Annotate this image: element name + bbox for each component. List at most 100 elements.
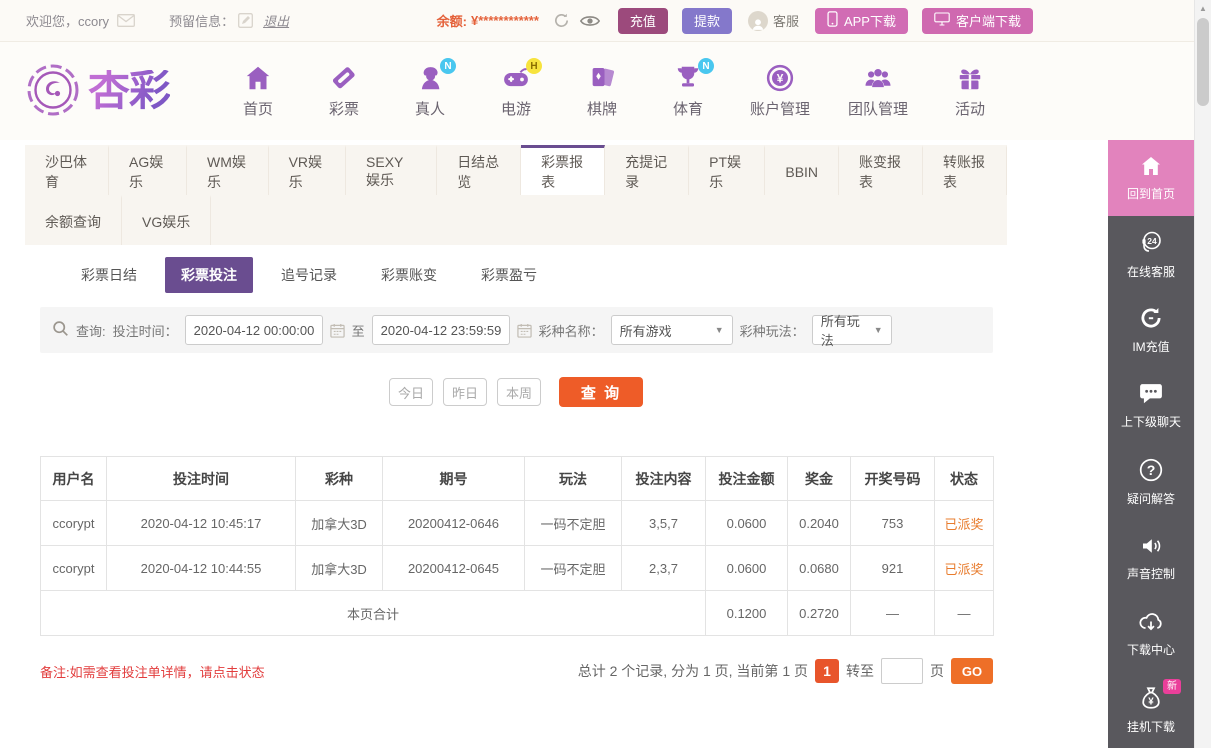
sidebar-item-home[interactable]: 回到首页	[1108, 140, 1194, 216]
subtab-lottery-account-change[interactable]: 彩票账变	[365, 257, 453, 293]
goto-page-input[interactable]	[881, 658, 923, 684]
nav-item-lottery[interactable]: 彩票	[320, 63, 368, 119]
col-bet-amount: 投注金额	[706, 457, 788, 501]
tab-vg[interactable]: VG娱乐	[122, 195, 211, 245]
cloud-download-icon	[1137, 610, 1165, 634]
tab-account-change-report[interactable]: 账变报表	[839, 145, 923, 195]
client-download-button[interactable]: 客户端下载	[922, 8, 1033, 34]
lottery-name-select[interactable]: 所有游戏 ▼	[611, 315, 733, 345]
balance-label: 余额:	[437, 11, 467, 30]
to-label: 至	[352, 321, 365, 340]
summary-status: —	[935, 591, 994, 636]
col-prize: 奖金	[788, 457, 851, 501]
sidebar-item-faq[interactable]: ? 疑问解答	[1108, 444, 1194, 520]
status-cell[interactable]: 已派奖	[935, 501, 994, 546]
tab-bbin[interactable]: BBIN	[765, 145, 839, 195]
sidebar-item-download-center[interactable]: 下载中心	[1108, 596, 1194, 672]
client-download-label: 客户端下载	[956, 11, 1021, 30]
col-issue: 期号	[383, 457, 525, 501]
withdraw-button[interactable]: 提款	[682, 8, 732, 34]
team-icon	[863, 63, 893, 93]
this-week-button[interactable]: 本周	[497, 378, 541, 406]
lottery-name-label: 彩种名称：	[539, 321, 604, 340]
sidebar-item-hangup-download[interactable]: 新 ¥ 挂机下载	[1108, 672, 1194, 748]
deposit-button[interactable]: 充值	[618, 8, 668, 34]
logo-text: 杏彩	[88, 70, 170, 112]
tab-sexy[interactable]: SEXY娱乐	[346, 145, 437, 195]
play-type-select[interactable]: 所有玩法 ▼	[812, 315, 892, 345]
table-cell: 753	[851, 501, 935, 546]
nav-item-team-management[interactable]: 团队管理	[848, 63, 908, 119]
scroll-up-icon[interactable]: ▲	[1195, 0, 1211, 16]
nav-label: 活动	[955, 98, 985, 119]
go-button[interactable]: GO	[951, 658, 993, 684]
date-from-input[interactable]	[185, 315, 323, 345]
sidebar-item-im-recharge[interactable]: IM充值	[1108, 292, 1194, 368]
subtab-chase-records[interactable]: 追号记录	[265, 257, 353, 293]
table-cell: 0.0600	[706, 546, 788, 591]
app-download-button[interactable]: APP下载	[815, 8, 908, 34]
balance-value: ¥************	[471, 13, 539, 28]
tab-transfer-report[interactable]: 转账报表	[923, 145, 1007, 195]
current-page-button[interactable]: 1	[815, 659, 839, 683]
pagination-summary: 总计 2 个记录, 分为 1 页, 当前第 1 页	[578, 661, 808, 681]
table-row: ccorypt 2020-04-12 10:45:17 加拿大3D 202004…	[41, 501, 994, 546]
tab-ag[interactable]: AG娱乐	[109, 145, 187, 195]
today-button[interactable]: 今日	[389, 378, 433, 406]
search-bar: 查询: 投注时间： 至 彩种名称： 所有游戏 ▼ 彩种玩法： 所有玩法 ▼	[40, 307, 993, 353]
nav-item-promotions[interactable]: 活动	[946, 63, 994, 119]
tab-wm[interactable]: WM娱乐	[187, 145, 269, 195]
subtab-lottery-bets[interactable]: 彩票投注	[165, 257, 253, 293]
table-cell: 0.0600	[706, 501, 788, 546]
table-cell: ccorypt	[41, 546, 107, 591]
nav-item-home[interactable]: 首页	[234, 63, 282, 119]
tab-vr[interactable]: VR娱乐	[269, 145, 346, 195]
logout-link[interactable]: 退出	[263, 11, 289, 30]
sidebar-item-online-service[interactable]: 24 在线客服	[1108, 216, 1194, 292]
nav-item-board-games[interactable]: 棋牌	[578, 63, 626, 119]
site-logo[interactable]: 杏彩	[26, 63, 220, 120]
gamepad-icon: H	[501, 63, 531, 93]
sidebar-item-label: 声音控制	[1127, 565, 1175, 582]
col-bet-time: 投注时间	[107, 457, 296, 501]
service-button[interactable]: 客服	[748, 11, 799, 31]
date-to-input[interactable]	[372, 315, 510, 345]
query-button[interactable]: 查 询	[559, 377, 643, 407]
eye-icon[interactable]	[580, 14, 600, 28]
tab-saba-sports[interactable]: 沙巴体育	[25, 145, 109, 195]
nav-item-live[interactable]: N 真人	[406, 63, 454, 119]
table-header-row: 用户名 投注时间 彩种 期号 玩法 投注内容 投注金额 奖金 开奖号码 状态	[41, 457, 994, 501]
tab-balance-query[interactable]: 余额查询	[25, 195, 122, 245]
mail-icon[interactable]	[117, 14, 135, 27]
sidebar-item-chat[interactable]: 上下级聊天	[1108, 368, 1194, 444]
nav-label: 棋牌	[587, 98, 617, 119]
refresh-icon[interactable]	[553, 12, 570, 29]
nav-label: 体育	[673, 98, 703, 119]
table-cell: 921	[851, 546, 935, 591]
home-icon	[1138, 154, 1164, 178]
page-scrollbar[interactable]: ▲	[1194, 0, 1211, 748]
goto-label: 转至	[846, 661, 874, 681]
tab-daily-summary[interactable]: 日结总览	[437, 145, 521, 195]
scrollbar-thumb[interactable]	[1197, 18, 1209, 106]
subtab-lottery-daily[interactable]: 彩票日结	[65, 257, 153, 293]
edit-icon[interactable]	[238, 13, 253, 28]
nav-label: 首页	[243, 98, 273, 119]
status-cell[interactable]: 已派奖	[935, 546, 994, 591]
nav-item-egames[interactable]: H 电游	[492, 63, 540, 119]
bets-table: 用户名 投注时间 彩种 期号 玩法 投注内容 投注金额 奖金 开奖号码 状态 c…	[40, 456, 994, 636]
calendar-icon[interactable]	[517, 323, 532, 338]
yesterday-button[interactable]: 昨日	[443, 378, 487, 406]
sidebar-item-sound[interactable]: 声音控制	[1108, 520, 1194, 596]
tab-lottery-report[interactable]: 彩票报表	[521, 145, 605, 195]
live-dealer-icon: N	[415, 63, 445, 93]
tab-deposit-withdraw-records[interactable]: 充提记录	[605, 145, 689, 195]
nav-item-sports[interactable]: N 体育	[664, 63, 712, 119]
calendar-icon[interactable]	[330, 323, 345, 338]
summary-draw-number: —	[851, 591, 935, 636]
home-icon	[243, 63, 273, 93]
subtab-lottery-profit[interactable]: 彩票盈亏	[465, 257, 553, 293]
nav-item-account-management[interactable]: ¥ 账户管理	[750, 63, 810, 119]
table-cell: 一码不定胆	[525, 546, 622, 591]
tab-pt[interactable]: PT娱乐	[689, 145, 765, 195]
